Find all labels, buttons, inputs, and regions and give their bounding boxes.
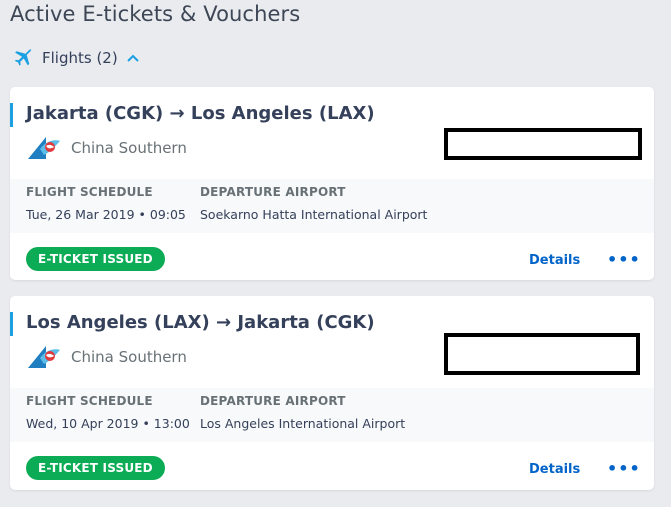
card-accent-bar xyxy=(10,103,13,127)
airport-value: Soekarno Hatta International Airport xyxy=(200,207,428,222)
redacted-box xyxy=(444,333,640,375)
airport-label: DEPARTURE AIRPORT xyxy=(200,185,346,199)
airport-value: Los Angeles International Airport xyxy=(200,416,406,431)
airport-label: DEPARTURE AIRPORT xyxy=(200,394,346,408)
booking-card[interactable]: Jakarta (CGK) → Los Angeles (LAX) China … xyxy=(10,87,654,280)
flights-section-toggle[interactable]: Flights (2) xyxy=(12,46,140,70)
airplane-icon xyxy=(14,48,32,66)
page-title: Active E-tickets & Vouchers xyxy=(10,2,301,26)
airline-name: China Southern xyxy=(71,139,187,157)
china-southern-logo-icon xyxy=(28,137,60,159)
schedule-label: FLIGHT SCHEDULE xyxy=(26,394,153,408)
route-title: Los Angeles (LAX) → Jakarta (CGK) xyxy=(26,312,375,333)
schedule-label: FLIGHT SCHEDULE xyxy=(26,185,153,199)
section-label: Flights (2) xyxy=(42,49,118,67)
schedule-value: Tue, 26 Mar 2019 • 09:05 xyxy=(26,207,186,222)
more-options-icon[interactable]: ••• xyxy=(607,461,641,477)
airline-row: China Southern xyxy=(26,344,187,370)
china-southern-logo-icon xyxy=(28,346,60,368)
details-link[interactable]: Details xyxy=(529,462,580,477)
status-badge: E-TICKET ISSUED xyxy=(26,247,165,271)
chevron-up-icon xyxy=(126,54,139,62)
card-accent-bar xyxy=(10,312,13,336)
schedule-value: Wed, 10 Apr 2019 • 13:00 xyxy=(26,416,190,431)
airline-row: China Southern xyxy=(26,135,187,161)
schedule-panel: FLIGHT SCHEDULE Wed, 10 Apr 2019 • 13:00… xyxy=(10,388,654,442)
redacted-box xyxy=(444,128,642,160)
details-link[interactable]: Details xyxy=(529,253,580,268)
airline-name: China Southern xyxy=(71,348,187,366)
status-badge: E-TICKET ISSUED xyxy=(26,456,165,480)
schedule-panel: FLIGHT SCHEDULE Tue, 26 Mar 2019 • 09:05… xyxy=(10,179,654,233)
more-options-icon[interactable]: ••• xyxy=(607,252,641,268)
booking-card[interactable]: Los Angeles (LAX) → Jakarta (CGK) China … xyxy=(10,296,654,490)
route-title: Jakarta (CGK) → Los Angeles (LAX) xyxy=(26,103,375,124)
